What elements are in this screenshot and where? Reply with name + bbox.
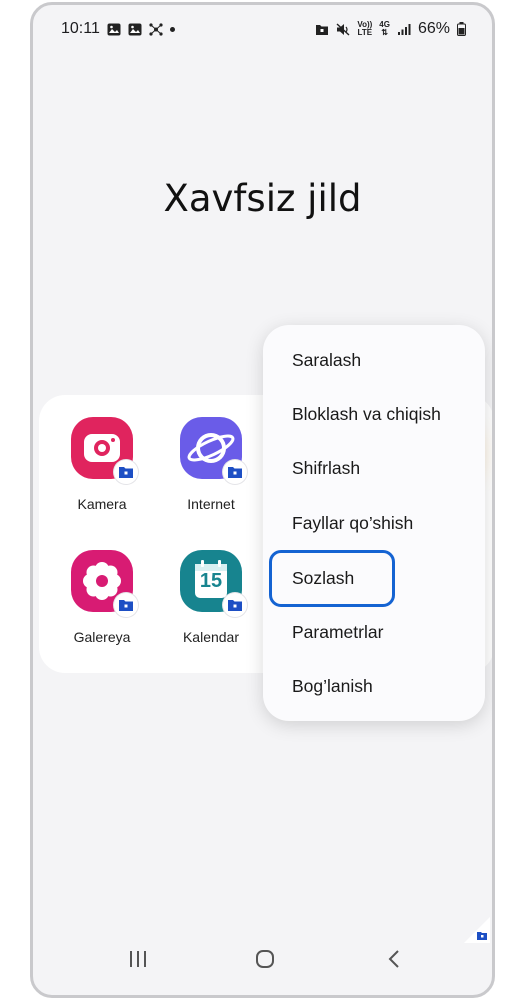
phone-frame: 10:11 Vo)) LTE 4G ⇅ 66% Xavfsiz jild Kam…	[30, 2, 495, 998]
recent-apps-icon[interactable]	[128, 949, 148, 969]
menu-item-saralash[interactable]: Saralash	[292, 350, 361, 371]
app-kamera[interactable]: Kamera	[52, 417, 152, 512]
app-galereya[interactable]: Galereya	[52, 550, 152, 645]
status-time: 10:11	[61, 20, 100, 37]
menu-item-shifrlash[interactable]: Shifrlash	[292, 458, 360, 479]
battery-percent: 66%	[417, 20, 450, 37]
app-label: Kamera	[77, 496, 127, 512]
gallery-notification-icon	[107, 23, 121, 35]
volte-indicator: Vo)) LTE	[357, 20, 373, 37]
home-icon[interactable]	[255, 949, 275, 969]
app-label: Galereya	[73, 629, 131, 645]
network-type: 4G ⇅	[379, 20, 390, 37]
app-internet[interactable]: Internet	[161, 417, 261, 512]
lock-badge-icon	[114, 460, 138, 484]
app-label: Kalendar	[182, 629, 240, 645]
lock-badge-icon	[223, 460, 247, 484]
menu-item-fayllar-qoshish[interactable]: Fayllar qo’shish	[292, 513, 413, 534]
overflow-menu: Saralash Bloklash va chiqish Shifrlash F…	[263, 325, 485, 721]
status-bar: 10:11 Vo)) LTE 4G ⇅ 66%	[33, 5, 492, 51]
gallery-notification-icon-2	[128, 23, 142, 35]
lock-badge-icon	[223, 593, 247, 617]
lock-badge-icon	[114, 593, 138, 617]
secure-folder-status-icon	[316, 24, 329, 35]
signal-icon	[397, 23, 411, 35]
battery-icon	[457, 22, 466, 36]
network-share-icon	[149, 22, 163, 36]
app-kalendar[interactable]: 15 Kalendar	[161, 550, 261, 645]
menu-item-bloklash-va-chiqish[interactable]: Bloklash va chiqish	[292, 404, 441, 425]
menu-item-highlight	[269, 550, 395, 607]
navigation-bar	[33, 935, 492, 995]
calendar-day: 15	[199, 570, 223, 592]
mute-icon	[336, 22, 350, 36]
back-icon[interactable]	[385, 949, 405, 969]
menu-item-parametrlar[interactable]: Parametrlar	[292, 622, 383, 643]
menu-item-boglanish[interactable]: Bog’lanish	[292, 676, 373, 697]
page-title: Xavfsiz jild	[163, 177, 362, 220]
app-label: Internet	[187, 496, 235, 512]
more-notifications-dot	[169, 26, 175, 32]
